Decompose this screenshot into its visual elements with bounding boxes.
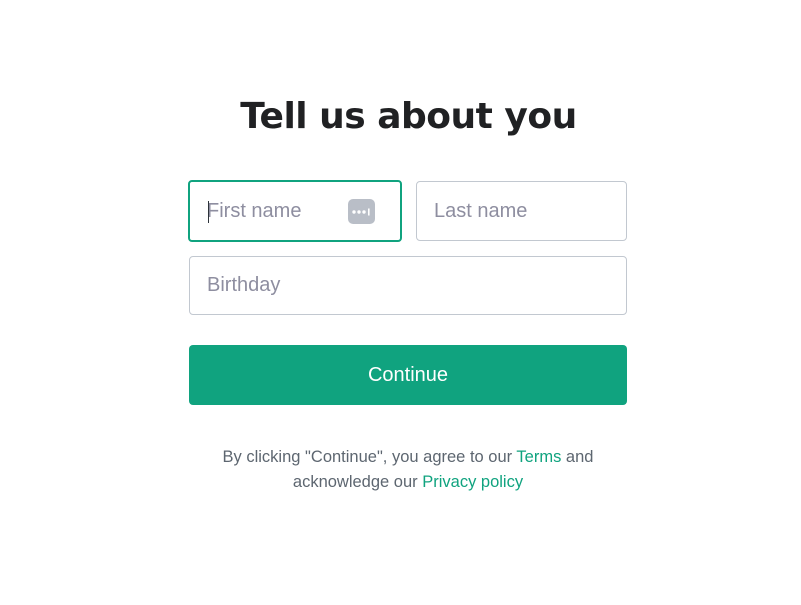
privacy-policy-link[interactable]: Privacy policy	[422, 473, 523, 491]
last-name-input[interactable]	[417, 182, 626, 240]
password-dots-icon[interactable]	[348, 199, 375, 224]
page-title: Tell us about you	[240, 96, 577, 137]
text-cursor	[208, 201, 209, 223]
first-name-field[interactable]	[188, 180, 402, 242]
birthday-field[interactable]	[189, 256, 627, 315]
terms-link[interactable]: Terms	[516, 448, 561, 466]
continue-button[interactable]: Continue	[189, 345, 627, 405]
dots-glyph-icon	[352, 208, 370, 215]
legal-notice: By clicking "Continue", you agree to our…	[189, 445, 627, 495]
last-name-field[interactable]	[416, 181, 627, 241]
legal-text-prefix: By clicking "Continue", you agree to our	[222, 448, 517, 466]
birthday-input[interactable]	[190, 257, 626, 314]
signup-about-you-page: Tell us about you Continue By clicking "…	[0, 0, 801, 605]
